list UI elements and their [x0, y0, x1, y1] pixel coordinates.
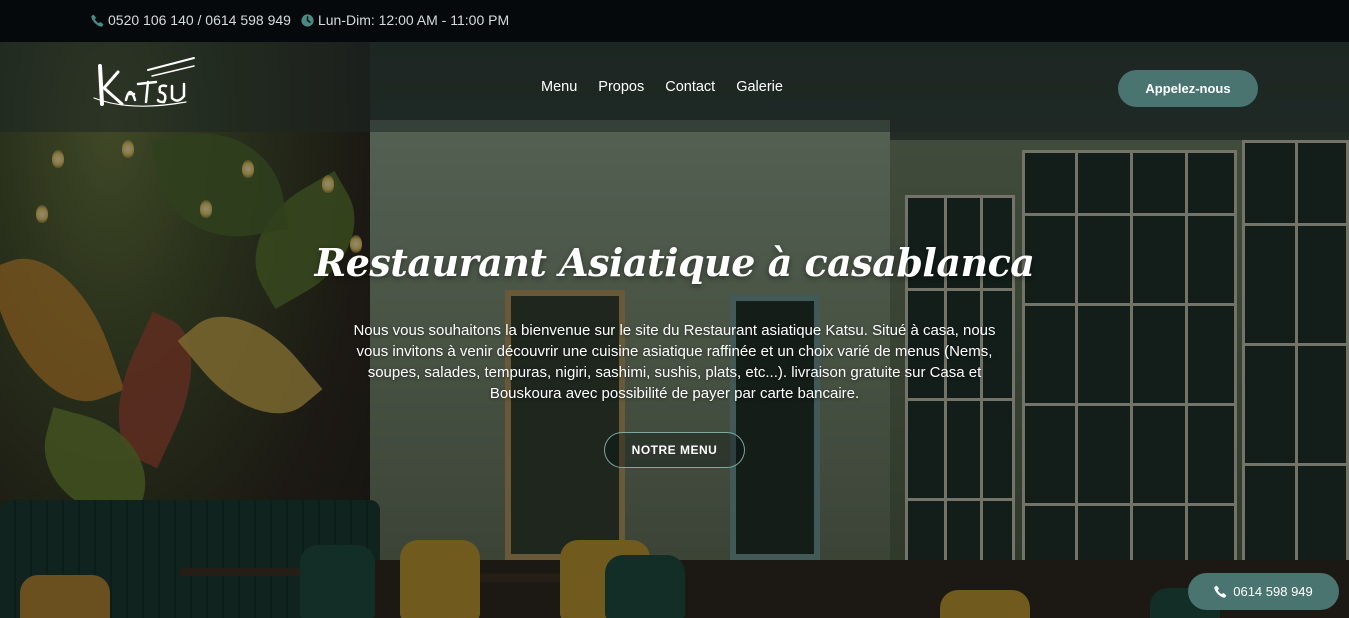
- site-header: Menu Propos Contact Galerie Appelez-nous: [0, 42, 1349, 132]
- katsu-logo[interactable]: [90, 54, 196, 120]
- clock-icon: [301, 13, 314, 27]
- nav-link-galerie[interactable]: Galerie: [736, 79, 783, 95]
- contact-info: 0520 106 140 / 0614 598 949 Lun-Dim: 12:…: [91, 12, 509, 28]
- opening-hours: Lun-Dim: 12:00 AM - 11:00 PM: [317, 12, 510, 28]
- top-info-bar: 0520 106 140 / 0614 598 949 Lun-Dim: 12:…: [0, 0, 1349, 42]
- our-menu-button[interactable]: NOTRE MENU: [604, 432, 745, 468]
- floating-phone-number: 0614 598 949: [1233, 584, 1313, 599]
- nav-link-propos[interactable]: Propos: [598, 79, 644, 95]
- call-us-button[interactable]: Appelez-nous: [1118, 70, 1258, 107]
- main-nav: Menu Propos Contact Galerie: [541, 79, 804, 95]
- hero-title: Restaurant Asiatique à casablanca: [314, 240, 1035, 285]
- phone-numbers: 0520 106 140 / 0614 598 949: [108, 12, 291, 28]
- nav-link-menu[interactable]: Menu: [541, 79, 577, 95]
- nav-link-contact[interactable]: Contact: [665, 79, 715, 95]
- phone-icon: [1214, 585, 1227, 598]
- floating-phone-button[interactable]: 0614 598 949: [1188, 573, 1339, 610]
- phone-icon: [91, 14, 104, 27]
- hero-description: Nous vous souhaitons la bienvenue sur le…: [353, 322, 996, 402]
